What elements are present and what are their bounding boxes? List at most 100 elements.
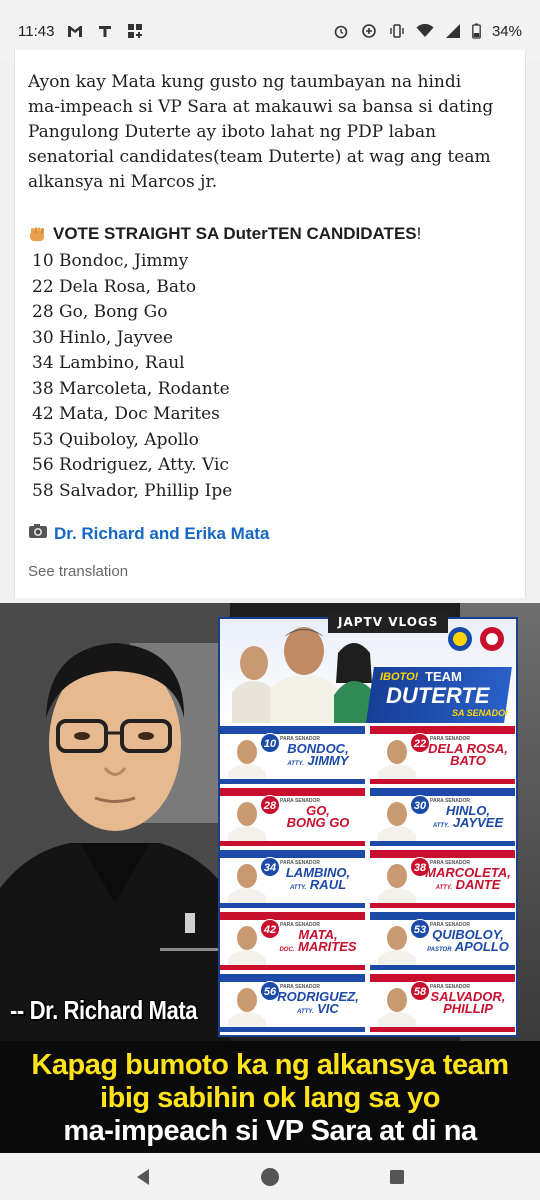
- poster-candidate-tile: 28 PARA SENADOR GO, BONG GO: [220, 788, 365, 846]
- poster-candidate-tile: 10 PARA SENADOR BONDOC, ATTY. JIMMY: [220, 726, 365, 784]
- gmail-icon: [66, 22, 84, 40]
- candidate-list: 10 Bondoc, Jimmy 22 Dela Rosa, Bato 28 G…: [28, 249, 525, 504]
- vote-heading-text: VOTE STRAIGHT SA DuterTEN CANDIDATES: [53, 224, 417, 243]
- post-image[interactable]: IBOTO! TEAM DUTERTE SA SENADO! JAPTV VLO…: [0, 603, 540, 1153]
- candidate-name-line2: BATO: [422, 753, 514, 770]
- poster-candidate-tile: 53 PARA SENADOR QUIBOLOY, PASTOR APOLLO: [370, 912, 515, 970]
- candidate-name-line2: PHILLIP: [422, 1001, 514, 1018]
- vibrate-icon: [388, 22, 406, 40]
- system-nav-bar: [0, 1153, 540, 1200]
- team-duterte-title: DUTERTE: [386, 683, 490, 708]
- list-item: 53 Quiboloy, Apollo: [32, 429, 199, 450]
- candidate-name-text: DANTE: [455, 877, 501, 892]
- candidate-name-line2: ATTY. VIC: [272, 1001, 364, 1018]
- candidate-name-text: VIC: [317, 1001, 339, 1016]
- candidate-prefix: ATTY.: [289, 885, 307, 891]
- team-senado: SA SENADO!: [452, 708, 509, 718]
- candidate-prefix: ATTY.: [435, 885, 452, 891]
- brand-label: JAPTV VLOGS: [328, 611, 449, 633]
- team-label: TEAM: [425, 669, 462, 684]
- tile-band: [370, 788, 515, 796]
- list-item: 58 Salvador, Phillip Ipe: [32, 480, 233, 501]
- tile-band-bottom: [220, 965, 365, 970]
- candidate-name-text: PHILLIP: [443, 1001, 493, 1016]
- party-logos: [446, 625, 512, 653]
- tile-band-bottom: [370, 779, 515, 784]
- tile-band: [370, 850, 515, 858]
- tile-band: [370, 974, 515, 982]
- list-item: 38 Marcoleta, Rodante: [32, 378, 230, 399]
- list-item: 28 Go, Bong Go: [32, 302, 168, 322]
- poster-candidate-tile: 22 PARA SENADOR DELA ROSA, BATO: [370, 726, 515, 784]
- home-icon[interactable]: [255, 1162, 285, 1192]
- tile-band-bottom: [370, 841, 515, 846]
- candidate-prefix: ATTY.: [432, 823, 450, 829]
- vote-heading: VOTE STRAIGHT SA DuterTEN CANDIDATES!: [28, 221, 525, 246]
- tile-band-bottom: [220, 1027, 365, 1032]
- tile-band: [370, 726, 515, 734]
- poster-candidate-tile: 56 PARA SENADOR RODRIGUEZ, ATTY. VIC: [220, 974, 365, 1032]
- list-item: 10 Bondoc, Jimmy: [32, 251, 189, 271]
- candidate-name-line2: ATTY. DANTE: [422, 877, 514, 894]
- signal-icon: [444, 22, 462, 40]
- poster-candidate-tile: 42 PARA SENADOR MATA, DOC. MARITES: [220, 912, 365, 970]
- tile-band-bottom: [220, 779, 365, 784]
- caption-band: Kapag bumoto ka ng alkansya team ibig sa…: [0, 1041, 540, 1153]
- clock: 11:43: [18, 22, 55, 40]
- speaker-photo: [0, 603, 230, 1043]
- camera-icon: [28, 521, 48, 546]
- tile-band-bottom: [370, 903, 515, 908]
- candidate-name-text: APOLLO: [454, 939, 509, 954]
- tmobile-icon: [96, 22, 114, 40]
- candidate-name-line2: DOC. MARITES: [272, 939, 364, 956]
- candidate-name-line2: ATTY. RAUL: [272, 877, 364, 894]
- candidate-prefix: DOC.: [279, 947, 295, 953]
- alarm-icon: [332, 22, 350, 40]
- post-card: Ayon kay Mata kung gusto ng taumbayan na…: [14, 50, 526, 598]
- author-link[interactable]: Dr. Richard and Erika Mata: [54, 521, 269, 546]
- author-link-row[interactable]: Dr. Richard and Erika Mata: [28, 521, 525, 546]
- candidate-name-text: BONG GO: [286, 815, 350, 830]
- candidate-prefix: ATTY.: [297, 1009, 314, 1015]
- poster-candidate-tile: 38 PARA SENADOR MARCOLETA, ATTY. DANTE: [370, 850, 515, 908]
- wifi-icon: [416, 22, 434, 40]
- caption-line-1: Kapag bumoto ka ng alkansya team: [31, 1049, 509, 1081]
- tile-band-bottom: [370, 965, 515, 970]
- poster-header: IBOTO! TEAM DUTERTE SA SENADO!: [220, 619, 516, 724]
- candidate-name-text: MARITES: [298, 939, 357, 954]
- tile-band-bottom: [220, 841, 365, 846]
- candidate-name-text: RAUL: [309, 877, 347, 892]
- apps-grid-icon: [126, 22, 144, 40]
- list-item: 22 Dela Rosa, Bato: [32, 276, 197, 297]
- list-item: 56 Rodriguez, Atty. Vic: [32, 455, 229, 475]
- candidate-prefix: ATTY.: [287, 761, 304, 767]
- tile-band-bottom: [370, 1027, 515, 1032]
- data-saver-icon: [360, 22, 378, 40]
- candidate-name-line2: ATTY. JIMMY: [272, 753, 364, 770]
- team-iboto: IBOTO!: [380, 671, 419, 683]
- caption-line-3: ma-impeach si VP Sara at di na: [63, 1115, 477, 1147]
- poster-candidate-tile: 30 PARA SENADOR HINLO, ATTY. JAYVEE: [370, 788, 515, 846]
- see-translation-link[interactable]: See translation: [28, 559, 525, 584]
- tile-band-bottom: [220, 903, 365, 908]
- tile-band: [220, 726, 365, 734]
- recents-icon[interactable]: [382, 1162, 412, 1192]
- leaders-photo: [232, 627, 376, 723]
- post-intro-text: Ayon kay Mata kung gusto ng taumbayan na…: [28, 72, 494, 192]
- candidate-name-text: JIMMY: [307, 753, 349, 768]
- tile-band: [220, 974, 365, 982]
- fist-emoji-icon: [28, 225, 46, 243]
- back-icon[interactable]: [128, 1162, 158, 1192]
- vote-heading-end: !: [416, 224, 422, 243]
- candidate-name-text: BATO: [450, 753, 486, 768]
- tile-band: [220, 788, 365, 796]
- candidate-name-text: JAYVEE: [452, 815, 504, 830]
- list-item: 34 Lambino, Raul: [32, 353, 185, 373]
- poster-candidate-tile: 34 PARA SENADOR LAMBINO, ATTY. RAUL: [220, 850, 365, 908]
- team-duterte-poster: IBOTO! TEAM DUTERTE SA SENADO! JAPTV VLO…: [218, 611, 518, 1037]
- candidate-name-line2: PASTOR APOLLO: [422, 939, 514, 956]
- candidate-name-line2: BONG GO: [272, 815, 364, 832]
- tile-band: [220, 912, 365, 920]
- tile-band: [370, 912, 515, 920]
- list-item: 30 Hinlo, Jayvee: [32, 327, 174, 348]
